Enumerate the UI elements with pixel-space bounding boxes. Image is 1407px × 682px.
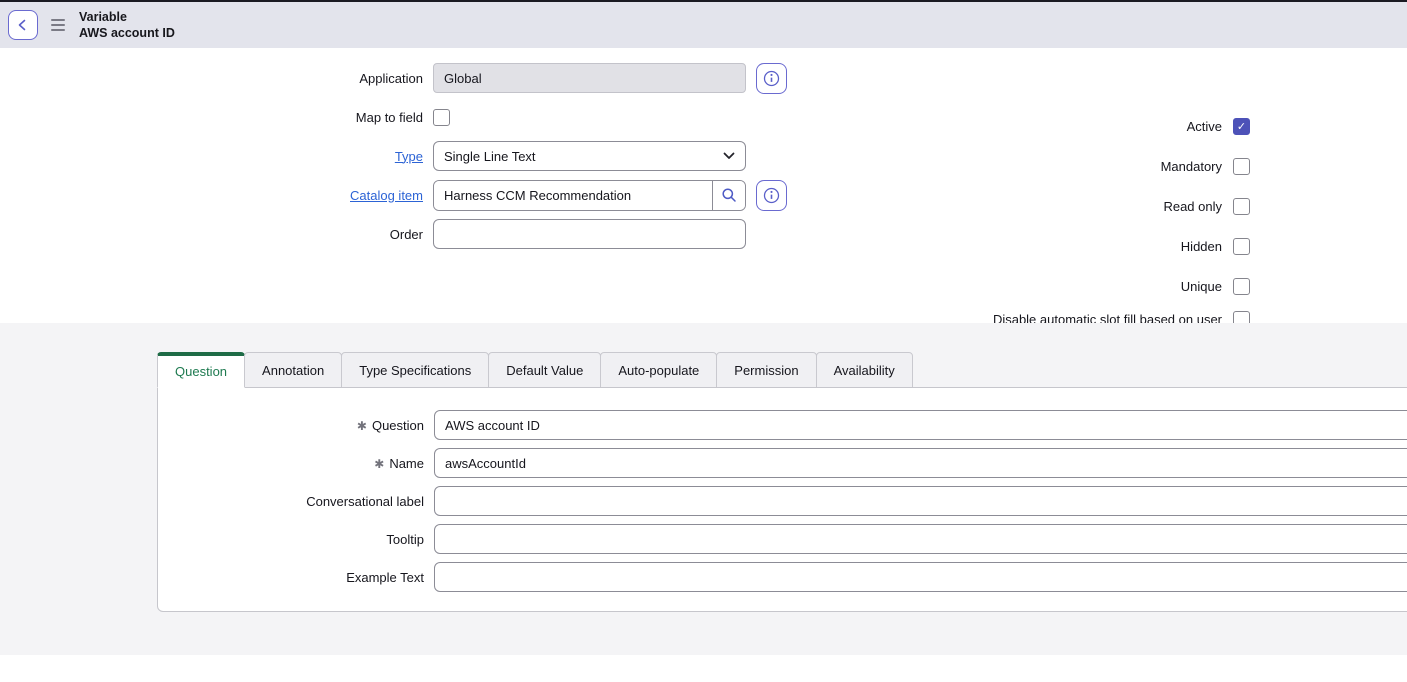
question-tab-panel: ✱Question ✱Name Conversational label Too… <box>157 387 1407 612</box>
form-right-column: Active ✓ Mandatory Read only Hidden Uniq… <box>977 111 1250 355</box>
page-title: Variable AWS account ID <box>79 9 175 42</box>
type-label: Type <box>0 149 423 164</box>
catalog-item-row: Catalog item <box>0 180 800 210</box>
application-field: Global <box>433 63 746 93</box>
hamburger-menu-icon[interactable] <box>51 19 65 31</box>
hidden-row: Hidden <box>977 231 1250 261</box>
unique-row: Unique <box>977 271 1250 301</box>
conversational-label-input[interactable] <box>434 486 1407 516</box>
active-label: Active <box>1187 119 1222 134</box>
order-input[interactable] <box>433 219 746 249</box>
order-row: Order <box>0 219 800 249</box>
variable-form: Application Global Map to field Type Sin… <box>0 48 1407 323</box>
name-label: ✱Name <box>158 456 424 471</box>
map-to-field-checkbox[interactable] <box>433 109 450 126</box>
application-row: Application Global <box>0 63 800 93</box>
catalog-item-info-button[interactable] <box>756 180 787 211</box>
question-row: ✱Question <box>158 410 1407 440</box>
order-label: Order <box>0 227 423 242</box>
tab-annotation[interactable]: Annotation <box>244 352 342 388</box>
tabbed-section: Question Annotation Type Specifications … <box>0 323 1407 655</box>
required-asterisk-icon: ✱ <box>374 457 384 471</box>
mandatory-checkbox[interactable] <box>1233 158 1250 175</box>
example-text-input[interactable] <box>434 562 1407 592</box>
tab-permission[interactable]: Permission <box>716 352 816 388</box>
catalog-item-field-group <box>433 180 746 211</box>
conversational-label-row: Conversational label <box>158 486 1407 516</box>
tab-auto-populate[interactable]: Auto-populate <box>600 352 717 388</box>
tab-strip: Question Annotation Type Specifications … <box>157 352 913 388</box>
tab-availability[interactable]: Availability <box>816 352 913 388</box>
tab-default-value[interactable]: Default Value <box>488 352 601 388</box>
application-label: Application <box>0 71 423 86</box>
tab-question[interactable]: Question <box>157 352 245 388</box>
record-name-title: AWS account ID <box>79 25 175 42</box>
read-only-label: Read only <box>1163 199 1222 214</box>
type-row: Type Single Line Text <box>0 141 800 171</box>
question-input[interactable] <box>434 410 1407 440</box>
required-asterisk-icon: ✱ <box>357 419 367 433</box>
application-info-button[interactable] <box>756 63 787 94</box>
catalog-item-label-link[interactable]: Catalog item <box>350 188 423 203</box>
catalog-item-input[interactable] <box>434 181 712 210</box>
magnifier-icon <box>721 187 737 203</box>
mandatory-row: Mandatory <box>977 151 1250 181</box>
example-text-row: Example Text <box>158 562 1407 592</box>
record-type-title: Variable <box>79 9 175 26</box>
catalog-item-lookup-button[interactable] <box>712 181 745 210</box>
name-input[interactable] <box>434 448 1407 478</box>
info-circle-icon <box>763 70 780 87</box>
checkmark-icon: ✓ <box>1237 120 1246 133</box>
tab-type-specifications[interactable]: Type Specifications <box>341 352 489 388</box>
name-row: ✱Name <box>158 448 1407 478</box>
active-row: Active ✓ <box>977 111 1250 141</box>
map-to-field-row: Map to field <box>0 102 800 132</box>
type-select-value: Single Line Text <box>444 149 536 164</box>
question-label: ✱Question <box>158 418 424 433</box>
chevron-down-icon <box>723 152 735 160</box>
hidden-label: Hidden <box>1181 239 1222 254</box>
example-text-label: Example Text <box>158 570 424 585</box>
type-select[interactable]: Single Line Text <box>433 141 746 171</box>
conversational-label-label: Conversational label <box>158 494 424 509</box>
hidden-checkbox[interactable] <box>1233 238 1250 255</box>
mandatory-label: Mandatory <box>1161 159 1222 174</box>
info-circle-icon <box>763 187 780 204</box>
catalog-item-label: Catalog item <box>0 188 423 203</box>
map-to-field-label: Map to field <box>0 110 423 125</box>
app-header: Variable AWS account ID <box>0 0 1407 48</box>
tooltip-row: Tooltip <box>158 524 1407 554</box>
type-label-link[interactable]: Type <box>395 149 423 164</box>
unique-checkbox[interactable] <box>1233 278 1250 295</box>
read-only-row: Read only <box>977 191 1250 221</box>
tooltip-label: Tooltip <box>158 532 424 547</box>
tooltip-input[interactable] <box>434 524 1407 554</box>
read-only-checkbox[interactable] <box>1233 198 1250 215</box>
active-checkbox[interactable]: ✓ <box>1233 118 1250 135</box>
back-button[interactable] <box>8 10 38 40</box>
chevron-left-icon <box>16 18 30 32</box>
unique-label: Unique <box>1181 279 1222 294</box>
form-left-column: Application Global Map to field Type Sin… <box>0 63 800 258</box>
